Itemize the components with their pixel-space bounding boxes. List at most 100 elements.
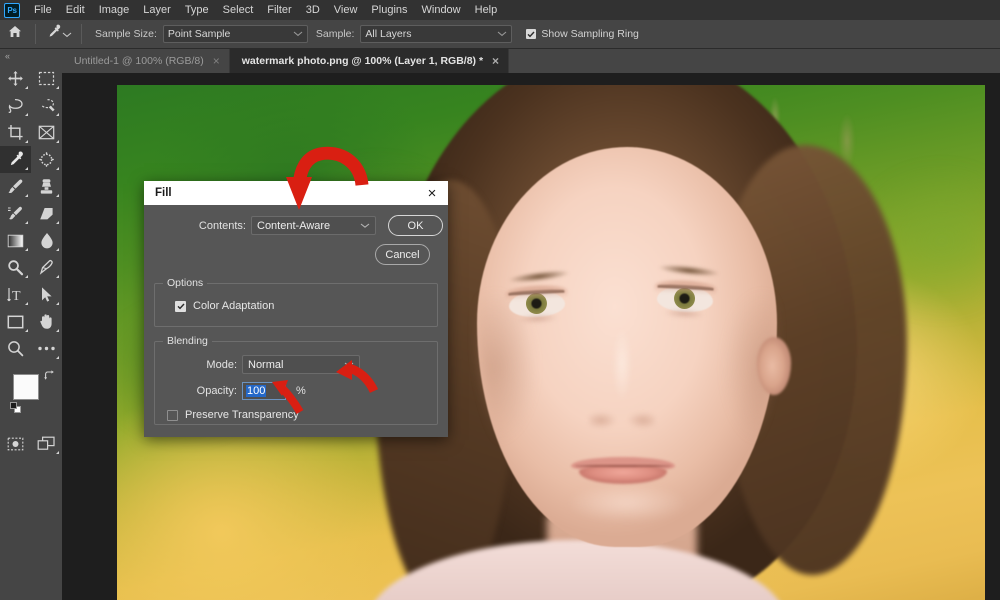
zoom-tool[interactable] xyxy=(0,335,31,362)
mouth xyxy=(565,453,681,487)
document-tab-bar: Untitled-1 @ 100% (RGB/8) × watermark ph… xyxy=(62,49,1000,73)
checkbox-checked-icon xyxy=(175,300,186,312)
menu-item-type[interactable]: Type xyxy=(178,0,216,20)
crop-tool[interactable] xyxy=(0,119,31,146)
eye-left xyxy=(505,284,568,329)
pen-tool[interactable] xyxy=(31,254,62,281)
rectangular-marquee-tool[interactable] xyxy=(31,65,62,92)
photoshop-window: Ps File Edit Image Layer Type Select Fil… xyxy=(0,0,1000,600)
divider xyxy=(81,24,82,44)
close-icon[interactable]: × xyxy=(492,55,499,67)
brush-tool[interactable] xyxy=(0,173,31,200)
close-icon[interactable]: × xyxy=(422,186,442,201)
options-fieldset: Options Color Adaptation xyxy=(154,277,438,327)
fill-dialog-titlebar[interactable]: Fill × xyxy=(144,181,448,205)
options-legend: Options xyxy=(163,277,208,289)
sample-size-select[interactable]: Point Sample xyxy=(162,25,308,43)
opacity-input[interactable]: 100 xyxy=(242,382,286,400)
nose xyxy=(589,321,655,429)
swap-colors-icon[interactable] xyxy=(44,370,55,384)
preserve-transparency-label: Preserve Transparency xyxy=(185,409,299,421)
lasso-tool[interactable] xyxy=(0,92,31,119)
menu-item-layer[interactable]: Layer xyxy=(136,0,178,20)
gradient-tool[interactable] xyxy=(0,227,31,254)
contents-select[interactable]: Content-Aware xyxy=(251,216,376,235)
sample-size-value: Point Sample xyxy=(167,28,231,40)
foreground-color-swatch[interactable] xyxy=(13,374,39,400)
home-icon xyxy=(8,25,22,43)
fill-dialog-body: Contents: Content-Aware OK Cancel Option… xyxy=(144,215,448,425)
tab-watermark-photo[interactable]: watermark photo.png @ 100% (Layer 1, RGB… xyxy=(229,49,510,73)
toolbar-bottom-tools xyxy=(0,430,62,457)
menu-item-view[interactable]: View xyxy=(327,0,365,20)
edit-toolbar-tool[interactable] xyxy=(31,335,62,362)
show-sampling-ring-label: Show Sampling Ring xyxy=(541,28,639,40)
checkbox-checked-icon xyxy=(526,29,537,39)
menu-item-edit[interactable]: Edit xyxy=(59,0,92,20)
color-adaptation-label: Color Adaptation xyxy=(193,300,275,312)
menu-item-select[interactable]: Select xyxy=(216,0,261,20)
home-button[interactable] xyxy=(0,20,30,49)
type-tool[interactable]: T xyxy=(0,281,31,308)
clone-stamp-tool[interactable] xyxy=(31,173,62,200)
move-tool[interactable] xyxy=(0,65,31,92)
menu-item-image[interactable]: Image xyxy=(92,0,137,20)
chevron-down-icon xyxy=(293,28,303,40)
chin-highlight xyxy=(537,485,717,545)
collapse-panel-button[interactable]: « xyxy=(0,49,62,63)
sample-value: All Layers xyxy=(365,28,412,40)
close-icon[interactable]: × xyxy=(213,55,220,67)
chevron-down-icon[interactable] xyxy=(62,25,72,43)
color-adaptation-checkbox[interactable]: Color Adaptation xyxy=(175,300,437,312)
cancel-button[interactable]: Cancel xyxy=(375,244,430,265)
rectangle-tool[interactable] xyxy=(0,308,31,335)
eyedropper-icon xyxy=(45,23,62,45)
eraser-tool[interactable] xyxy=(31,200,62,227)
menu-item-plugins[interactable]: Plugins xyxy=(364,0,414,20)
tool-grid: T xyxy=(0,63,62,362)
dodge-tool[interactable] xyxy=(0,254,31,281)
opacity-unit: % xyxy=(296,385,306,397)
tab-label: Untitled-1 @ 100% (RGB/8) xyxy=(74,55,204,67)
contents-value: Content-Aware xyxy=(257,219,331,232)
preserve-transparency-checkbox[interactable]: Preserve Transparency xyxy=(167,409,437,421)
chevron-down-icon xyxy=(344,359,354,371)
active-tool-preset[interactable] xyxy=(41,23,76,45)
object-selection-tool[interactable] xyxy=(31,92,62,119)
options-bar: Sample Size: Point Sample Sample: All La… xyxy=(0,20,1000,49)
frame-tool[interactable] xyxy=(31,119,62,146)
tab-label: watermark photo.png @ 100% (Layer 1, RGB… xyxy=(241,55,484,67)
menu-item-file[interactable]: File xyxy=(27,0,59,20)
eye-right xyxy=(654,279,717,324)
blending-fieldset: Blending Mode: Normal Opacity: 100 % Pre… xyxy=(154,335,438,425)
menu-item-3d[interactable]: 3D xyxy=(299,0,327,20)
checkbox-unchecked-icon xyxy=(167,409,178,421)
menu-item-window[interactable]: Window xyxy=(415,0,468,20)
color-swatches xyxy=(0,368,62,426)
default-colors-icon[interactable] xyxy=(10,402,21,413)
contents-label: Contents: xyxy=(198,219,246,232)
eyedropper-tool[interactable] xyxy=(0,146,31,173)
history-brush-tool[interactable] xyxy=(0,200,31,227)
menu-bar: Ps File Edit Image Layer Type Select Fil… xyxy=(0,0,1000,20)
mode-select[interactable]: Normal xyxy=(242,355,360,374)
menu-item-help[interactable]: Help xyxy=(468,0,505,20)
tab-untitled-1[interactable]: Untitled-1 @ 100% (RGB/8) × xyxy=(62,49,230,73)
path-selection-tool[interactable] xyxy=(31,281,62,308)
ok-button[interactable]: OK xyxy=(388,215,443,236)
tools-panel: « T xyxy=(0,49,62,600)
show-sampling-ring-checkbox[interactable]: Show Sampling Ring xyxy=(526,28,639,40)
hand-tool[interactable] xyxy=(31,308,62,335)
chevron-down-icon xyxy=(497,28,507,40)
menu-item-filter[interactable]: Filter xyxy=(260,0,298,20)
blur-tool[interactable] xyxy=(31,227,62,254)
svg-text:T: T xyxy=(12,289,21,303)
opacity-value: 100 xyxy=(246,385,267,397)
opacity-label: Opacity: xyxy=(196,385,237,397)
quick-mask-tool[interactable] xyxy=(0,430,31,457)
fill-dialog[interactable]: Fill × Contents: Content-Aware OK Cancel xyxy=(144,181,448,437)
mode-label: Mode: xyxy=(206,358,237,371)
sample-select[interactable]: All Layers xyxy=(360,25,513,43)
spot-healing-brush-tool[interactable] xyxy=(31,146,62,173)
screen-mode-tool[interactable] xyxy=(31,430,62,457)
